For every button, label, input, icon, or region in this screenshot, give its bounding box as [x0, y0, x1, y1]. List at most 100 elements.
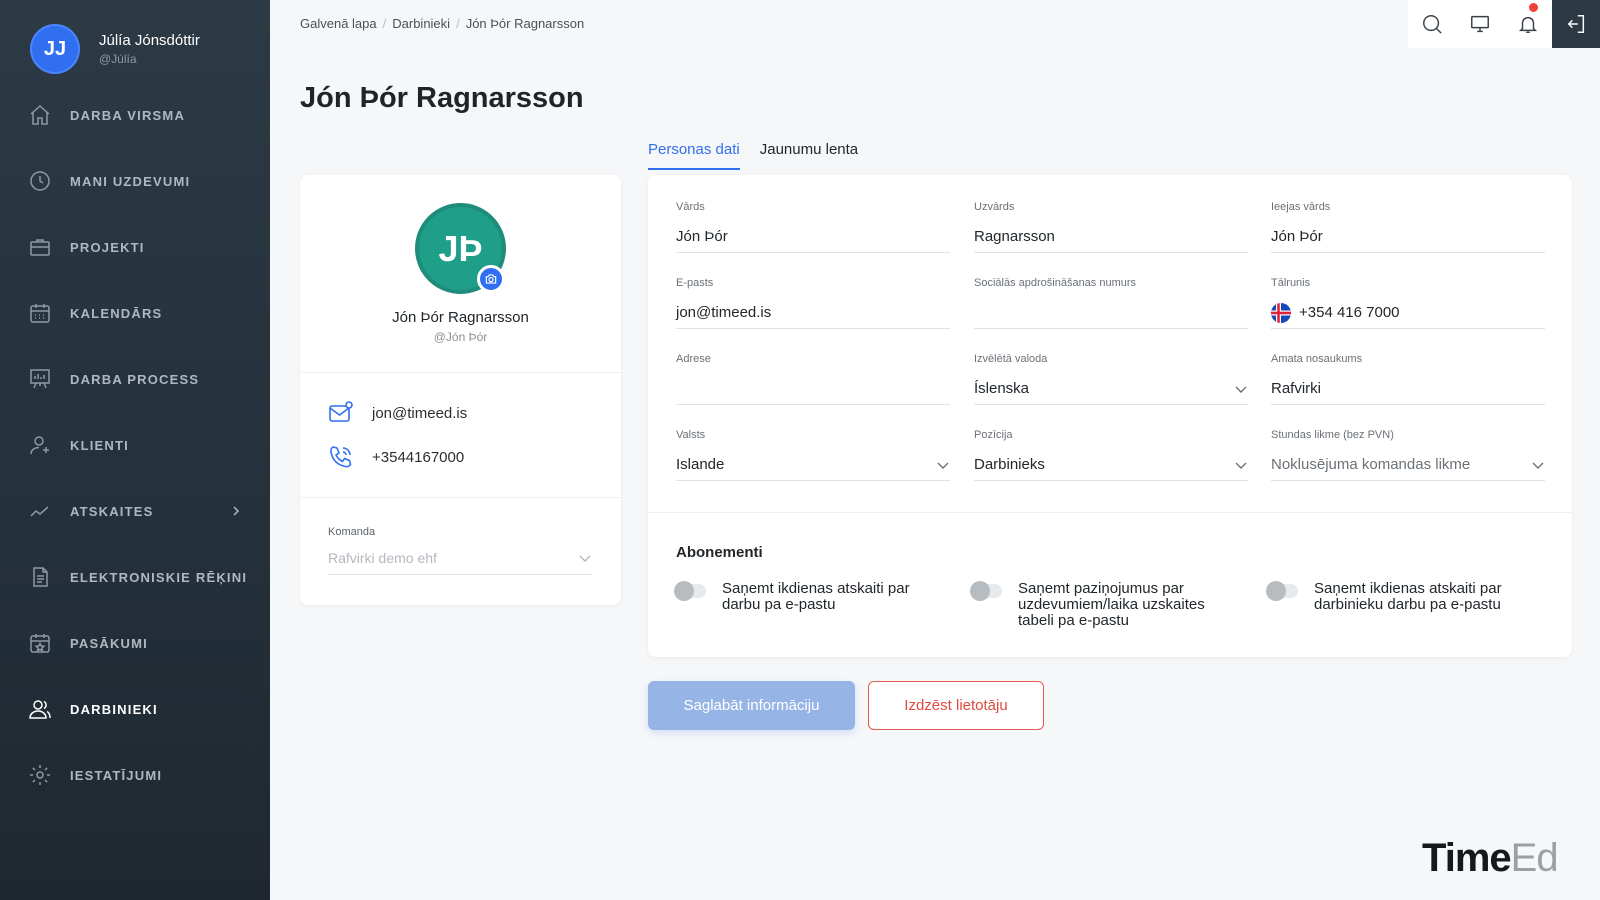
position-field[interactable]: Pozīcija Darbinieks [974, 429, 1248, 481]
subscription-employee-report[interactable]: Saņemt ikdienas atskaiti par darbinieku … [1266, 581, 1529, 613]
sidebar-item-events[interactable]: PASĀKUMI [0, 610, 270, 676]
iceland-flag-icon [1271, 302, 1291, 323]
page-title: Jón Þór Ragnarsson [300, 82, 584, 114]
logo-light: Ed [1510, 836, 1559, 880]
invoice-icon [33, 567, 48, 587]
breadcrumb-separator: / [382, 16, 387, 31]
first-name-input[interactable]: Jón Þór [676, 221, 950, 253]
position-select-value: Darbinieks [974, 456, 1045, 473]
country-select[interactable]: Islande [676, 449, 950, 481]
language-field[interactable]: Izvēlētā valoda Íslenska [974, 353, 1248, 405]
hourly-rate-select-value: Noklusējuma komandas likme [1271, 456, 1471, 473]
sidebar-item-invoices[interactable]: ELEKTRONISKIE RĒĶINI [0, 544, 270, 610]
home-icon [30, 104, 50, 125]
breadcrumb: Galvenā lapa / Darbinieki / Jón Þór Ragn… [300, 16, 584, 31]
screen-button[interactable] [1456, 0, 1504, 48]
subscription-label: Saņemt paziņojumus par uzdevumiem/laika … [1018, 580, 1205, 629]
sidebar-item-projects[interactable]: PROJEKTI [0, 214, 270, 280]
contact-phone[interactable]: +3544167000 [328, 444, 464, 470]
field-label: Amata nosaukums [1271, 353, 1363, 365]
team-select[interactable]: Rafvirki demo ehf [328, 542, 592, 575]
sidebar-item-reports[interactable]: ATSKAITES [0, 478, 270, 544]
address-input[interactable] [676, 373, 950, 405]
country-field[interactable]: Valsts Islande [676, 429, 950, 481]
breadcrumb-home[interactable]: Galvenā lapa [300, 16, 377, 31]
clock-icon [30, 171, 50, 191]
username-field[interactable]: Ieejas vārds Jón Þór [1271, 201, 1545, 253]
ssn-input[interactable] [974, 297, 1248, 329]
subscription-toggle[interactable] [674, 581, 706, 601]
chevron-down-icon [1532, 462, 1544, 469]
phone-field[interactable]: Tālrunis +354 416 7000 [1271, 277, 1545, 329]
email-field[interactable]: E-pasts jon@timeed.is [676, 277, 950, 329]
sidebar-item-employees[interactable]: DARBINIEKI [0, 676, 270, 742]
field-label: Stundas likme (bez PVN) [1271, 429, 1394, 441]
logout-button[interactable] [1552, 0, 1600, 48]
hourly-rate-field[interactable]: Stundas likme (bez PVN) Noklusējuma koma… [1271, 429, 1545, 481]
phone-input[interactable]: +354 416 7000 [1271, 297, 1545, 329]
personal-data-form: Vārds Jón Þór Uzvārds Ragnarsson Ieejas … [648, 175, 1572, 657]
sidebar-item-settings[interactable]: IESTATĪJUMI [0, 742, 270, 808]
employee-name: Jón Þór Ragnarsson [392, 309, 529, 326]
field-label: Izvēlētā valoda [974, 353, 1048, 365]
address-field[interactable]: Adrese [676, 353, 950, 405]
divider [300, 497, 621, 498]
last-name-input[interactable]: Ragnarsson [974, 221, 1248, 253]
board-icon [30, 369, 50, 389]
tab-personal-data[interactable]: Personas dati [648, 141, 740, 170]
field-label: Sociālās apdrošināšanas numurs [974, 277, 1137, 289]
calendar-icon [30, 304, 50, 323]
profile-tabs: Personas dati Jaunumu lenta [648, 141, 858, 170]
delete-user-button[interactable]: Izdzēst lietotāju [868, 681, 1044, 730]
field-label: Pozīcija [974, 429, 1013, 441]
subscription-task-notifications[interactable]: Saņemt paziņojumus par uzdevumiem/laika … [970, 580, 1233, 629]
sidebar-item-label: ATSKAITES [70, 503, 154, 519]
job-title-input[interactable]: Rafvirki [1271, 373, 1545, 405]
sidebar-item-workflow[interactable]: DARBA PROCESS [0, 346, 270, 412]
position-select[interactable]: Darbinieks [974, 449, 1248, 481]
change-photo-button[interactable] [477, 265, 505, 293]
event-icon [30, 634, 50, 653]
sidebar-item-label: DARBA VIRSMA [70, 107, 186, 123]
sidebar-item-label: DARBINIEKI [70, 701, 158, 717]
subscription-toggle[interactable] [1266, 581, 1298, 601]
sidebar: JJ Júlía Jónsdóttir @Júlía DARBA VIRSMA … [0, 0, 270, 900]
language-select[interactable]: Íslenska [974, 373, 1248, 405]
save-button[interactable]: Saglabāt informāciju [648, 681, 855, 730]
sidebar-item-calendar[interactable]: KALENDĀRS [0, 280, 270, 346]
client-icon [30, 436, 49, 455]
search-button[interactable] [1408, 0, 1456, 48]
breadcrumb-employees[interactable]: Darbinieki [392, 16, 450, 31]
last-name-field[interactable]: Uzvārds Ragnarsson [974, 201, 1248, 253]
chevron-down-icon [1235, 386, 1247, 393]
hourly-rate-select[interactable]: Noklusējuma komandas likme [1271, 449, 1545, 481]
user-avatar[interactable]: JJ [30, 24, 80, 74]
team-label: Komanda [328, 526, 376, 538]
sidebar-item-label: ELEKTRONISKIE RĒĶINI [70, 569, 248, 585]
chevron-down-icon [579, 555, 591, 562]
subscription-toggle[interactable] [970, 581, 1002, 601]
current-user[interactable]: JJ Júlía Jónsdóttir @Júlía [30, 24, 200, 74]
sidebar-item-my-tasks[interactable]: MANI UZDEVUMI [0, 148, 270, 214]
sidebar-item-clients[interactable]: KLIENTI [0, 412, 270, 478]
monitor-icon [1471, 15, 1489, 33]
timeed-logo: TimeEd [1422, 836, 1559, 881]
first-name-field[interactable]: Vārds Jón Þór [676, 201, 950, 253]
field-label: Adrese [676, 353, 711, 365]
phone-icon [330, 446, 352, 468]
contact-email[interactable]: jon@timeed.is [328, 400, 467, 426]
chevron-right-icon [233, 506, 240, 516]
logo-bold: Time [1422, 836, 1512, 880]
sidebar-item-dashboard[interactable]: DARBA VIRSMA [0, 82, 270, 148]
subscription-daily-report[interactable]: Saņemt ikdienas atskaiti par darbu pa e-… [674, 581, 937, 613]
users-icon [29, 700, 51, 719]
job-title-field[interactable]: Amata nosaukums Rafvirki [1271, 353, 1545, 405]
breadcrumb-separator: / [456, 16, 460, 31]
tab-news-feed[interactable]: Jaunumu lenta [760, 141, 858, 170]
sidebar-item-label: MANI UZDEVUMI [70, 173, 191, 189]
email-input[interactable]: jon@timeed.is [676, 297, 950, 329]
username-input[interactable]: Jón Þór [1271, 221, 1545, 253]
bell-icon [1518, 16, 1538, 33]
ssn-field[interactable]: Sociālās apdrošināšanas numurs [974, 277, 1248, 329]
notifications-button[interactable] [1504, 0, 1552, 48]
